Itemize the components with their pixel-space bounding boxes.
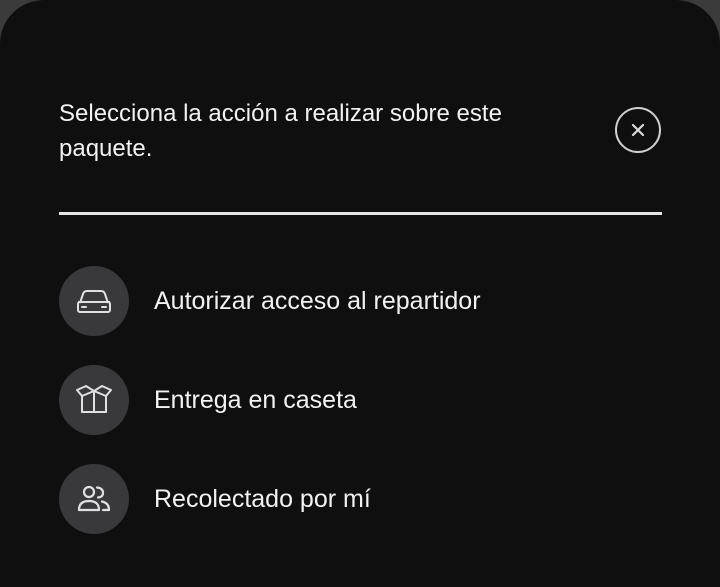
option-collected-by-me[interactable]: Recolectado por mí <box>59 464 662 534</box>
close-icon <box>631 123 645 137</box>
option-label: Autorizar acceso al repartidor <box>154 286 481 315</box>
header-divider <box>59 212 662 215</box>
option-label: Entrega en caseta <box>154 385 357 414</box>
sheet-title: Selecciona la acción a realizar sobre es… <box>59 100 502 162</box>
action-bottom-sheet: Selecciona la acción a realizar sobre es… <box>0 0 720 587</box>
option-label: Recolectado por mí <box>154 484 371 513</box>
option-icon-circle <box>59 365 129 435</box>
people-icon <box>77 485 111 512</box>
option-icon-circle <box>59 464 129 534</box>
option-authorize-courier[interactable]: Autorizar acceso al repartidor <box>59 266 662 336</box>
close-button[interactable] <box>615 107 661 153</box>
car-icon <box>77 290 111 313</box>
option-gatehouse-delivery[interactable]: Entrega en caseta <box>59 365 662 435</box>
open-box-icon <box>76 385 112 413</box>
option-icon-circle <box>59 266 129 336</box>
